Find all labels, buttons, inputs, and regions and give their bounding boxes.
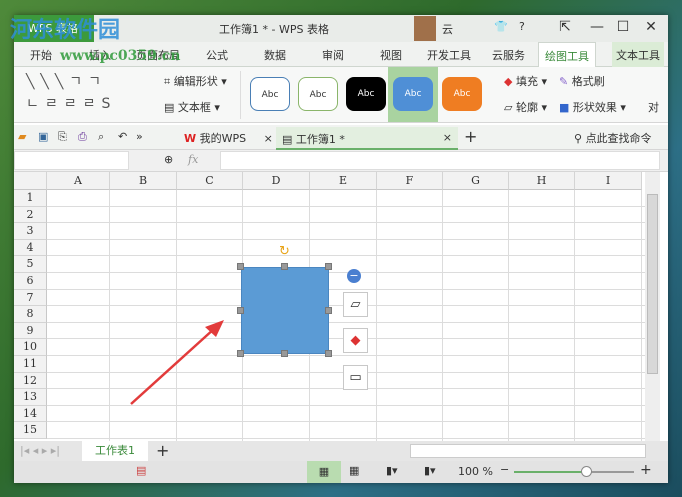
annotation-arrow (130, 320, 224, 405)
